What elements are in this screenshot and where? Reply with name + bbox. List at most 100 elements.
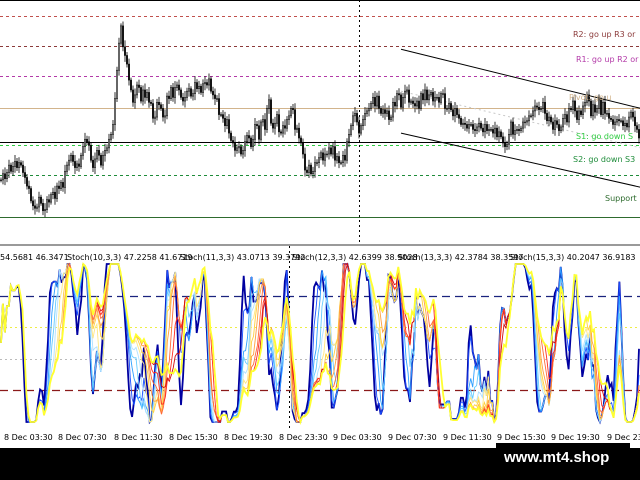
candlestick — [370, 101, 372, 111]
candle-body — [26, 177, 28, 187]
candlestick — [258, 120, 260, 145]
candle-body — [486, 124, 488, 131]
candlestick — [16, 157, 18, 172]
candlestick — [154, 110, 156, 125]
candle-body — [436, 97, 438, 99]
stochastic-indicator-pane[interactable]: 54.5681 46.3471 Stoch(10,3,3) 47.2258 41… — [0, 246, 640, 430]
candlestick — [442, 89, 444, 99]
time-label: 8 Dec 07:30 — [58, 433, 107, 442]
candlestick — [474, 122, 476, 138]
candlestick — [226, 116, 228, 130]
candle-body — [204, 82, 206, 85]
candle-body — [52, 191, 54, 196]
candlestick — [552, 117, 554, 134]
candlestick — [290, 105, 292, 119]
candle-body — [252, 138, 254, 147]
candlestick — [132, 85, 134, 107]
candle-body — [348, 134, 350, 143]
candlestick — [106, 144, 108, 154]
candle-body — [492, 129, 494, 134]
candlestick — [312, 166, 314, 179]
candle-body — [110, 134, 112, 140]
candle-body — [580, 110, 582, 115]
candle-body — [40, 196, 42, 204]
candlestick — [146, 88, 148, 101]
candlestick — [608, 107, 610, 124]
candlestick — [58, 180, 60, 194]
candlestick — [292, 104, 294, 115]
candle-body — [374, 97, 376, 107]
candle-body — [454, 108, 456, 117]
candlestick — [324, 147, 326, 167]
candle-body — [278, 114, 280, 133]
candlestick — [452, 105, 454, 121]
candle-body — [350, 125, 352, 135]
candle-body — [444, 93, 446, 109]
candle-body — [258, 125, 260, 140]
candle-body — [136, 84, 138, 96]
candlestick — [392, 97, 394, 122]
candle-body — [508, 134, 510, 145]
candlestick — [64, 164, 66, 194]
candle-body — [542, 101, 544, 109]
candlestick — [422, 89, 424, 105]
candlestick — [628, 111, 630, 133]
price-chart[interactable] — [0, 0, 640, 244]
candlestick — [270, 97, 272, 126]
candle-body — [88, 141, 90, 146]
candle-body — [450, 103, 452, 110]
candlestick — [268, 94, 270, 114]
candle-body — [360, 125, 362, 134]
candle-body — [426, 89, 428, 101]
stoch-header-label-3: Stoch(11,3,3) 43.0713 39.3792 — [180, 253, 306, 262]
candle-body — [210, 78, 212, 92]
candle-body — [116, 69, 118, 99]
candlestick — [250, 135, 252, 150]
candlestick — [540, 105, 542, 113]
candlestick — [300, 135, 302, 146]
candle-body — [618, 119, 620, 122]
candle-body — [156, 101, 158, 118]
candlestick — [428, 89, 430, 106]
candlestick — [152, 99, 154, 123]
candlestick — [482, 123, 484, 137]
candlestick — [356, 109, 358, 126]
stochastic-chart[interactable] — [0, 246, 640, 430]
candle-body — [192, 93, 194, 97]
candle-body — [324, 153, 326, 161]
candlestick — [104, 143, 106, 162]
time-label: 9 Dec 03:30 — [333, 433, 382, 442]
candle-body — [548, 116, 550, 122]
candlestick — [630, 109, 632, 120]
price-chart-pane[interactable]: R2: go up R3 or R1: go up R2 or Pivot: g… — [0, 0, 640, 244]
candle-body — [154, 116, 156, 119]
candle-body — [434, 97, 436, 102]
candle-body — [82, 146, 84, 156]
candlestick — [88, 136, 90, 151]
candle-body — [556, 120, 558, 125]
candle-body — [636, 125, 638, 130]
candlestick — [92, 155, 94, 173]
r2-level-label: R2: go up R3 or — [573, 30, 636, 39]
candle-body — [576, 110, 578, 120]
candlestick — [264, 113, 266, 136]
candle-body — [332, 146, 334, 155]
candle-body — [504, 142, 506, 147]
support-level-label: Support — [605, 194, 637, 203]
candlestick — [174, 81, 176, 104]
candlestick — [68, 154, 70, 171]
candlestick — [354, 106, 356, 123]
candle-body — [400, 94, 402, 108]
candle-body — [0, 179, 2, 182]
candle-body — [566, 114, 568, 123]
candlestick — [318, 152, 320, 169]
candlestick — [200, 83, 202, 95]
candlestick — [446, 104, 448, 112]
candle-body — [626, 122, 628, 128]
candlestick — [296, 124, 298, 133]
candle-body — [468, 124, 470, 129]
candle-body — [98, 150, 100, 156]
time-label: 8 Dec 03:30 — [4, 433, 53, 442]
candle-body — [28, 185, 30, 189]
candlestick — [322, 148, 324, 165]
